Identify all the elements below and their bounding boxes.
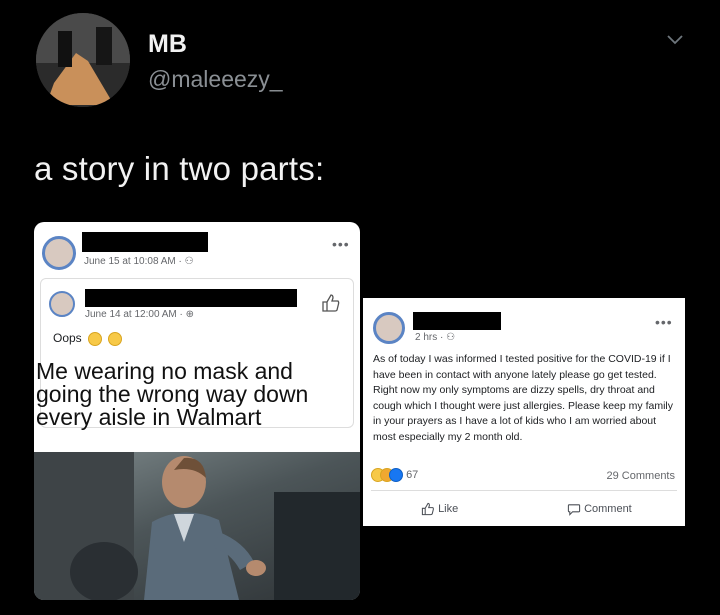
post-body: As of today I was informed I tested posi…	[373, 353, 673, 443]
comment-label: Comment	[584, 503, 632, 515]
meme-photo	[34, 452, 360, 600]
like-thumb-icon	[421, 502, 434, 516]
meme-photo-figure	[34, 452, 360, 600]
post-timestamp: June 15 at 10:08 AM · ⚇	[84, 256, 194, 267]
right-facebook-post-image[interactable]: 2 hrs · ⚇ ••• As of today I was informed…	[363, 298, 685, 526]
divider	[371, 490, 677, 491]
like-button[interactable]: Like	[421, 502, 458, 516]
redacted-name	[413, 312, 501, 330]
redacted-name	[82, 232, 208, 252]
laugh-emoji-icon	[108, 331, 123, 346]
avatar-photo	[36, 13, 130, 107]
reaction-count[interactable]: 67	[406, 469, 418, 481]
like-thumb-icon[interactable]	[321, 293, 341, 313]
reactions-row: 67 29 Comments	[371, 468, 677, 482]
chevron-down-icon[interactable]	[666, 30, 684, 48]
user-handle[interactable]: @maleeezy_	[148, 66, 283, 93]
post-timestamp: 2 hrs · ⚇	[415, 332, 456, 343]
comment-bubble-icon	[567, 504, 581, 516]
like-label: Like	[438, 503, 459, 515]
poster-avatar	[373, 312, 405, 344]
display-name[interactable]: MB	[148, 30, 187, 59]
meme-line: Me wearing no mask and	[36, 358, 293, 384]
meme-caption: Me wearing no mask and going the wrong w…	[36, 360, 308, 429]
shared-poster-avatar	[49, 291, 75, 317]
oops-text: Oops	[53, 331, 82, 345]
shared-post-text: Oops	[53, 331, 123, 346]
tweet-text: a story in two parts:	[34, 150, 325, 187]
left-facebook-post-image[interactable]: June 15 at 10:08 AM · ⚇ ••• June 14 at 1…	[34, 222, 360, 600]
profile-avatar[interactable]	[36, 13, 130, 107]
more-options-icon[interactable]: •••	[332, 236, 350, 252]
like-reaction-icon	[389, 468, 403, 482]
shared-timestamp: June 14 at 12:00 AM · ⊕	[85, 309, 194, 320]
poster-avatar	[42, 236, 76, 270]
comment-count[interactable]: 29 Comments	[607, 470, 675, 482]
smile-emoji-icon	[88, 331, 103, 346]
meme-line: every aisle in Walmart	[36, 404, 262, 430]
comment-button[interactable]: Comment	[567, 502, 632, 516]
meme-line: going the wrong way down	[36, 381, 309, 407]
more-options-icon[interactable]: •••	[655, 314, 673, 330]
redacted-shared-name	[85, 289, 297, 307]
